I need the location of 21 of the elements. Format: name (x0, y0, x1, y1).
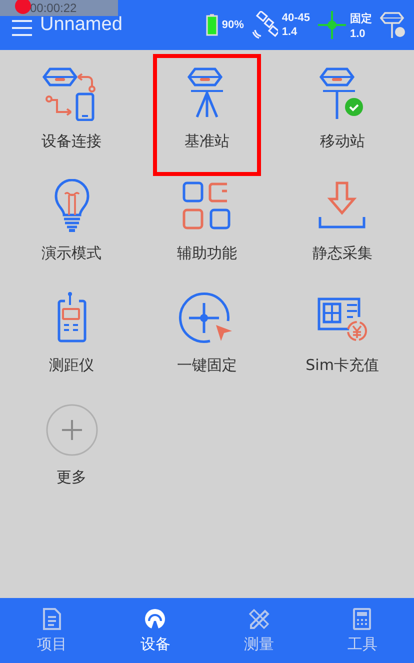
satellite-count: 40-45 (282, 12, 310, 24)
recording-indicator: 00:00:22 (0, 0, 118, 16)
document-icon (42, 608, 62, 630)
battery-percent: 90% (222, 19, 244, 31)
app-title: Unnamed (40, 14, 124, 36)
menu-icon[interactable] (12, 20, 32, 36)
battery-icon (206, 14, 218, 36)
signal-arch-icon (144, 608, 166, 630)
crosshair-icon (318, 11, 346, 39)
satellite-value: 1.4 (282, 26, 298, 38)
plus-circle-icon (44, 403, 99, 457)
four-squares-icon (182, 181, 232, 231)
satellite-icon (252, 11, 278, 39)
nav-tab[interactable]: 设备 (104, 598, 207, 663)
calculator-icon (353, 608, 372, 630)
download-tray-icon (317, 181, 368, 231)
fix-value: 1.0 (350, 28, 366, 40)
feature-tile[interactable]: 基准站 (153, 54, 261, 176)
fix-status: 固定 (350, 12, 372, 26)
receiver-icon[interactable] (380, 11, 406, 39)
pencil-ruler-icon (248, 608, 270, 630)
